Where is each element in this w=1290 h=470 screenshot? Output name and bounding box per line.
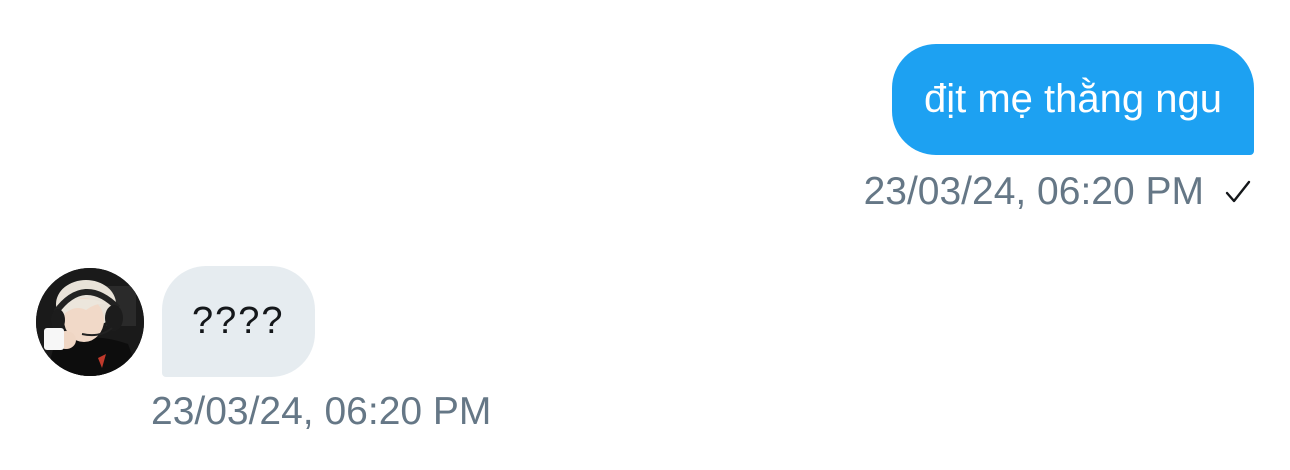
avatar-image [36,268,144,376]
incoming-message-bubble[interactable]: ???? [162,266,315,377]
outgoing-message-meta: 23/03/24, 06:20 PM [864,168,1254,216]
incoming-message-text: ???? [192,300,285,342]
outgoing-message-text: địt mẹ thằng ngu [924,77,1222,121]
conversation: địt mẹ thằng ngu 23/03/24, 06:20 PM ????… [0,0,1290,470]
incoming-timestamp: 23/03/24, 06:20 PM [151,390,492,433]
outgoing-timestamp: 23/03/24, 06:20 PM [863,170,1204,213]
avatar[interactable] [36,268,144,376]
check-icon [1222,176,1254,208]
outgoing-message-bubble[interactable]: địt mẹ thằng ngu [892,44,1254,155]
